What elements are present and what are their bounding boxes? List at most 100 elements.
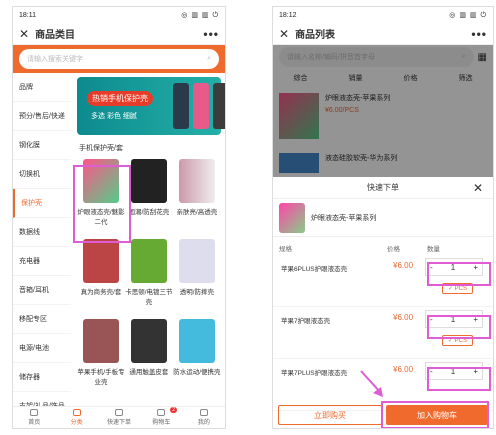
product-name: 亲肤亮/高透壳: [176, 209, 218, 216]
sidebar-item[interactable]: 电源/电池: [13, 334, 71, 363]
sheet-header: 快速下单 ✕: [273, 177, 493, 199]
product-image: [279, 202, 305, 233]
sidebar-item[interactable]: 储存器: [13, 363, 71, 392]
unit-label: PCS: [454, 286, 467, 292]
spec-price: ¥6.00: [393, 313, 414, 322]
sidebar-item[interactable]: 数据线: [13, 218, 71, 247]
status-icons: ◎ ▥ ▥ ⏻: [449, 11, 487, 19]
tab-label: 快速下单: [107, 420, 132, 426]
status-icons: ◎ ▥ ▥ ⏻: [181, 11, 219, 19]
table-header: 规格 价格 数量: [273, 237, 493, 255]
product-cell[interactable]: 苹果手机/手板专业壳: [77, 317, 125, 397]
product-cell[interactable]: 通用触盖皮套: [125, 317, 173, 397]
product-name: 防水运动/便携壳: [173, 369, 221, 376]
tab-label: 我的: [197, 420, 210, 426]
tab-mine[interactable]: 我的: [183, 407, 225, 428]
spec-name: 苹果7PLUS护眼液态壳: [281, 370, 348, 377]
tab-label: 购物车: [152, 420, 171, 426]
sidebar-item-active[interactable]: 保护壳: [13, 189, 71, 218]
phone-image: [213, 83, 225, 129]
highlight-box: [381, 401, 489, 428]
more-icon[interactable]: •••: [203, 27, 219, 41]
cart-badge: 2: [170, 407, 177, 413]
spec-name: 苹果6PLUS护眼液态壳: [281, 266, 348, 273]
product-cell[interactable]: 透明/防摔壳: [173, 237, 221, 317]
status-time: 18:12: [279, 11, 297, 19]
phone-image: [173, 83, 189, 129]
product-image: [130, 239, 167, 283]
col-spec: 规格: [279, 246, 292, 253]
banner-subtitle: 多选 彩色 细腻: [91, 113, 137, 120]
product-cell[interactable]: 卡思顿/电镀三节壳: [125, 237, 173, 317]
highlight-box: [427, 367, 491, 391]
search-bar: 请输入搜索关键字 ⌕: [13, 45, 225, 73]
search-input[interactable]: 请输入搜索关键字 ⌕: [19, 49, 219, 69]
modal-overlay[interactable]: [273, 45, 493, 177]
product-cell[interactable]: 国潮/防刮花壳: [125, 157, 173, 237]
product-image: [82, 239, 119, 283]
close-icon[interactable]: ✕: [473, 177, 483, 199]
home-icon: [30, 409, 39, 416]
sidebar-item[interactable]: 移配专区: [13, 305, 71, 334]
sidebar-item[interactable]: 切换机: [13, 160, 71, 189]
arrow-icon: [360, 370, 383, 397]
sidebar-item[interactable]: 音箱/耳机: [13, 276, 71, 305]
tab-category[interactable]: 分类: [55, 407, 97, 428]
highlight-box: [427, 315, 491, 339]
close-icon[interactable]: ✕: [279, 27, 289, 41]
order-icon: [115, 409, 124, 416]
col-qty: 数量: [427, 246, 440, 253]
sidebar-item[interactable]: 预分/售后/快递: [13, 102, 71, 131]
status-bar: 18:12 ◎ ▥ ▥ ⏻: [273, 7, 493, 23]
promo-banner[interactable]: 热销手机保护壳 多选 彩色 细腻: [77, 77, 225, 135]
status-bar: 18:11 ◎ ▥ ▥ ⏻: [13, 7, 225, 23]
product-name: 透明/防摔壳: [179, 289, 214, 296]
bottom-tabbar: 首页 分类 快速下单 2 购物车 我的: [13, 406, 225, 428]
product-name: 通用触盖皮套: [129, 369, 169, 376]
product-image: [178, 319, 215, 363]
highlight-box: [73, 165, 131, 243]
cart-icon: [157, 409, 166, 416]
col-price: 价格: [387, 246, 400, 253]
grid-icon: [72, 409, 81, 416]
product-name: 卡思顿/电镀三节壳: [125, 289, 173, 306]
status-time: 18:11: [19, 11, 36, 19]
tab-label: 首页: [28, 420, 41, 426]
page-title: 商品类目: [35, 30, 76, 41]
buy-now-button[interactable]: 立即购买: [278, 405, 382, 425]
highlight-box: [427, 262, 491, 286]
sheet-title: 快速下单: [367, 183, 399, 192]
close-icon[interactable]: ✕: [19, 27, 29, 41]
spec-price: ¥6.00: [393, 261, 414, 270]
product-image: [130, 319, 167, 363]
tab-label: 分类: [70, 420, 83, 426]
product-cell[interactable]: 亲肤亮/高透壳: [173, 157, 221, 237]
product-cell[interactable]: 防水运动/便携壳: [173, 317, 221, 397]
sheet-product: 炉眼液态壳-苹果系列: [273, 199, 493, 237]
tab-quick-order[interactable]: 快速下单: [98, 407, 140, 428]
search-icon[interactable]: ⌕: [207, 55, 211, 63]
product-image: [178, 239, 215, 283]
spec-name: 苹果7护眼液态壳: [281, 318, 331, 325]
sidebar-item[interactable]: 品牌: [13, 73, 71, 102]
tab-home[interactable]: 首页: [13, 407, 55, 428]
section-title: 手机保护壳/套: [79, 145, 123, 152]
product-name: 炉眼液态壳-苹果系列: [311, 214, 377, 222]
search-placeholder: 请输入搜索关键字: [27, 56, 83, 63]
banner-title: 热销手机保护壳: [87, 91, 153, 106]
product-list-screen: 18:12 ◎ ▥ ▥ ⏻ ✕ 商品列表 ••• 请输入名称/编码/拼音首字母 ⌕…: [272, 6, 494, 429]
page-header: ✕ 商品列表 •••: [273, 23, 493, 45]
phone-image: [193, 83, 209, 129]
more-icon[interactable]: •••: [471, 27, 487, 41]
category-screen: 18:11 ◎ ▥ ▥ ⏻ ✕ 商品类目 ••• 请输入搜索关键字 ⌕ 品牌 预…: [12, 6, 226, 429]
sidebar-item[interactable]: 充电器: [13, 247, 71, 276]
product-image: [82, 319, 119, 363]
product-cell[interactable]: 真为商务壳/套: [77, 237, 125, 317]
spec-price: ¥6.00: [393, 365, 414, 374]
product-name: 国潮/防刮花壳: [128, 209, 170, 216]
category-sidebar: 品牌 预分/售后/快递 钢化膜 切换机 保护壳 数据线 充电器 音箱/耳机 移配…: [13, 73, 71, 421]
page-header: ✕ 商品类目 •••: [13, 23, 225, 45]
tab-cart[interactable]: 2 购物车: [140, 407, 182, 428]
user-icon: [199, 409, 208, 416]
sidebar-item[interactable]: 钢化膜: [13, 131, 71, 160]
